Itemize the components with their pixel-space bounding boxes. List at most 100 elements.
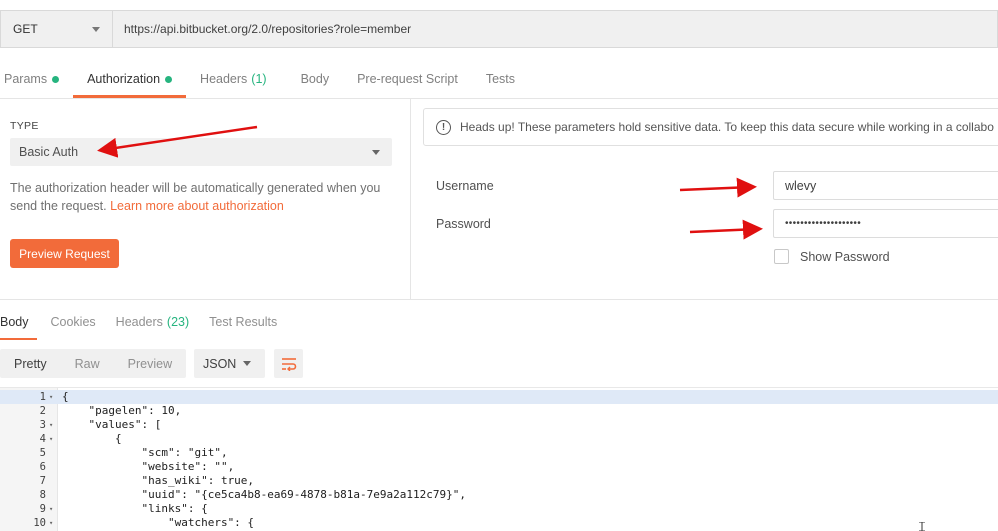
response-tabs: Body Cookies Headers (23) Test Results — [0, 307, 285, 340]
code-line: 6 "website": "", — [0, 460, 998, 474]
type-label: TYPE — [10, 120, 39, 132]
tab-label: Headers — [115, 315, 163, 329]
code-line: 8 "uuid": "{ce5ca4b8-ea69-4878-b81a-7e9a… — [0, 488, 998, 502]
code-line: 9 ▾ "links": { — [0, 502, 998, 516]
code-text: { — [62, 390, 69, 403]
raw-button[interactable]: Raw — [61, 349, 114, 378]
heads-up-text: Heads up! These parameters hold sensitiv… — [460, 120, 994, 134]
code-line: 7 "has_wiki": true, — [0, 474, 998, 488]
divider — [0, 299, 998, 300]
fold-toggle-icon[interactable]: ▾ — [49, 516, 57, 530]
tab-label: Test Results — [209, 315, 278, 329]
tab-label: Authorization — [87, 72, 161, 86]
line-number: 8 — [39, 489, 46, 501]
username-value: wlevy — [785, 178, 817, 193]
fold-toggle-icon[interactable]: ▾ — [49, 390, 57, 404]
format-select[interactable]: JSON — [194, 349, 265, 378]
heads-up-banner: ! Heads up! These parameters hold sensit… — [423, 108, 998, 146]
format-value: JSON — [203, 356, 237, 371]
tab-response-body[interactable]: Body — [0, 307, 37, 340]
code-text: { — [62, 432, 122, 445]
code-text: "links": { — [62, 502, 208, 515]
wrap-lines-button[interactable] — [274, 349, 303, 378]
request-tabs: Params Authorization Headers (1) Body Pre… — [0, 60, 529, 98]
method-select[interactable]: GET — [0, 10, 112, 48]
url-value: https://api.bitbucket.org/2.0/repositori… — [124, 22, 412, 36]
tab-response-headers[interactable]: Headers (23) — [104, 307, 197, 337]
fold-toggle-icon[interactable]: ▾ — [49, 432, 57, 446]
tab-label: Pre-request Script — [357, 72, 458, 86]
request-url-bar: GET https://api.bitbucket.org/2.0/reposi… — [0, 10, 998, 48]
code-line: 1 ▾ { — [0, 390, 998, 404]
line-number: 1 — [39, 391, 46, 403]
pretty-button[interactable]: Pretty — [0, 349, 61, 378]
preview-button[interactable]: Preview — [114, 349, 186, 378]
preview-request-button[interactable]: Preview Request — [10, 239, 119, 268]
line-number: 7 — [39, 475, 46, 487]
code-text: "website": "", — [62, 460, 235, 473]
code-line: 10 ▾ "watchers": { — [0, 516, 998, 530]
fold-toggle-icon[interactable]: ▾ — [49, 502, 57, 516]
line-number: 3 — [39, 419, 46, 431]
code-text: "scm": "git", — [62, 446, 228, 459]
line-number: 10 — [33, 517, 46, 529]
line-number: 2 — [39, 405, 46, 417]
tab-count: (1) — [251, 72, 267, 86]
code-line: 4 ▾ { — [0, 432, 998, 446]
username-field[interactable]: wlevy — [773, 171, 998, 200]
code-text: "values": [ — [62, 418, 162, 431]
password-field[interactable]: •••••••••••••••••••• — [773, 209, 998, 238]
code-text: "pagelen": 10, — [62, 404, 182, 417]
wrap-icon — [281, 357, 296, 371]
tab-params[interactable]: Params — [0, 60, 73, 98]
show-password-checkbox[interactable] — [774, 249, 789, 264]
tab-label: Cookies — [50, 315, 96, 329]
chevron-down-icon — [372, 150, 380, 155]
tab-count: (23) — [166, 315, 190, 329]
tab-cookies[interactable]: Cookies — [37, 307, 104, 337]
auth-type-value: Basic Auth — [19, 145, 79, 159]
tab-tests[interactable]: Tests — [472, 60, 529, 98]
code-text: "watchers": { — [62, 516, 255, 529]
line-number: 6 — [39, 461, 46, 473]
chevron-down-icon — [243, 361, 251, 366]
status-dot-icon — [52, 75, 60, 83]
tab-headers[interactable]: Headers (1) — [186, 60, 281, 98]
fold-toggle-icon[interactable]: ▾ — [49, 418, 57, 432]
line-number: 4 — [39, 433, 46, 445]
code-line: 2 "pagelen": 10, — [0, 404, 998, 418]
status-dot-icon — [165, 75, 173, 83]
tab-label: Params — [4, 72, 48, 86]
text-cursor-icon — [919, 522, 925, 531]
code-line: 3 ▾ "values": [ — [0, 418, 998, 432]
tab-pre-request-script[interactable]: Pre-request Script — [343, 60, 472, 98]
show-password-label[interactable]: Show Password — [800, 250, 890, 264]
chevron-down-icon — [92, 27, 100, 32]
tab-label: Body — [0, 315, 29, 329]
arrow-to-password — [689, 219, 763, 240]
method-value: GET — [13, 22, 38, 36]
code-text: "has_wiki": true, — [62, 474, 255, 487]
tab-body[interactable]: Body — [281, 60, 344, 98]
line-number: 9 — [39, 503, 46, 515]
learn-more-link[interactable]: Learn more about authorization — [110, 199, 284, 213]
tab-label: Body — [300, 72, 330, 86]
tab-label: Tests — [485, 72, 515, 86]
auth-type-panel: TYPE Basic Auth The authorization header… — [0, 99, 411, 299]
auth-type-select[interactable]: Basic Auth — [10, 138, 392, 166]
info-icon: ! — [436, 119, 451, 135]
password-label: Password — [436, 217, 491, 231]
view-mode-group: Pretty Raw Preview — [0, 349, 187, 378]
username-label: Username — [436, 179, 494, 193]
tab-test-results[interactable]: Test Results — [197, 307, 285, 337]
arrow-to-username — [679, 177, 757, 198]
tab-authorization[interactable]: Authorization — [73, 60, 187, 98]
auth-description: The authorization header will be automat… — [10, 179, 390, 215]
tab-label: Headers — [200, 72, 248, 86]
line-number: 5 — [39, 447, 46, 459]
response-body-editor[interactable]: 1 ▾{2 "pagelen": 10, 3 ▾ "values": [4 ▾ {5 "… — [0, 387, 998, 531]
url-input[interactable]: https://api.bitbucket.org/2.0/repositori… — [112, 10, 998, 48]
password-value: •••••••••••••••••••• — [785, 218, 862, 229]
code-line: 5 "scm": "git", — [0, 446, 998, 460]
code-text: "uuid": "{ce5ca4b8-ea69-4878-b81a-7e9a2a… — [62, 488, 466, 501]
